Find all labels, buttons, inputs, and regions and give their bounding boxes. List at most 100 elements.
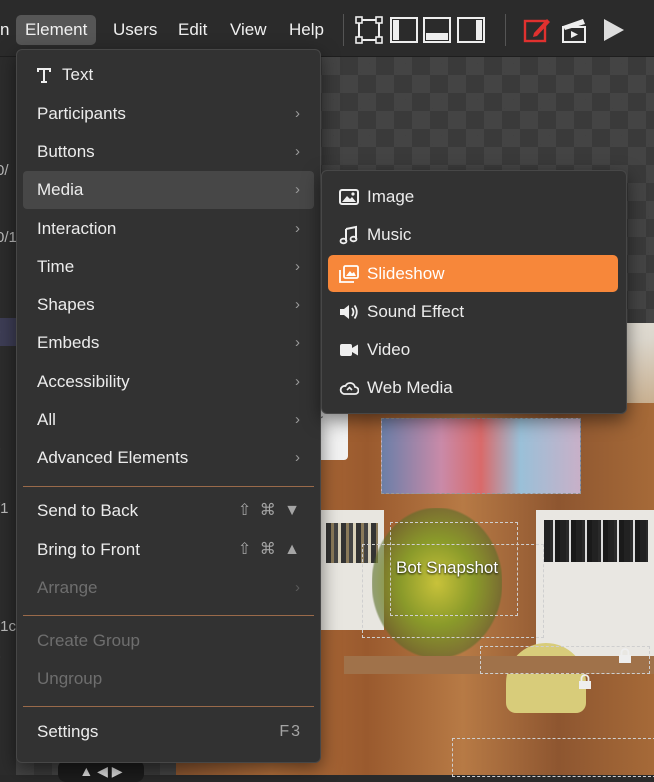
- chevron-right-icon: ›: [295, 579, 300, 596]
- toolbar-separator: [343, 14, 344, 46]
- slideshow-icon: [339, 265, 359, 283]
- submenu-item-video[interactable]: Video: [328, 331, 618, 368]
- menu-separator: [23, 706, 314, 707]
- submenu-item-sound-effect[interactable]: Sound Effect: [328, 293, 618, 330]
- menu-item-participants[interactable]: Participants ›: [23, 95, 314, 133]
- menu-item-label: All: [37, 410, 56, 429]
- element-menu: Text Participants › Buttons › Media › In…: [16, 49, 321, 763]
- menu-element[interactable]: Element: [16, 15, 97, 45]
- menu-item-interaction[interactable]: Interaction ›: [23, 210, 314, 248]
- menu-item-label: Bring to Front: [37, 540, 140, 559]
- menu-item-all[interactable]: All ›: [23, 401, 314, 439]
- edit-note-icon[interactable]: [522, 15, 552, 45]
- chevron-right-icon: ›: [295, 334, 300, 351]
- menu-separator: [23, 615, 314, 616]
- submenu-item-image[interactable]: Image: [328, 178, 618, 215]
- menu-item-shapes[interactable]: Shapes ›: [23, 286, 314, 324]
- chevron-right-icon: ›: [295, 411, 300, 428]
- menu-item-buttons[interactable]: Buttons ›: [23, 133, 314, 171]
- menu-item-label: Advanced Elements: [37, 448, 189, 467]
- menu-help[interactable]: Help: [280, 15, 333, 45]
- menu-item-settings[interactable]: Settings F3: [23, 713, 314, 751]
- left-panel-strip: 0/ 0/1 ) ) /1 /1c ): [0, 57, 17, 775]
- submenu-item-label: Web Media: [367, 378, 453, 397]
- chevron-right-icon: ›: [295, 105, 300, 122]
- menu-separator: [23, 486, 314, 487]
- left-strip-text: ): [0, 648, 1, 665]
- music-note-icon: [339, 225, 358, 245]
- menu-item-label: Send to Back: [37, 501, 139, 520]
- menu-users[interactable]: Users: [104, 15, 166, 45]
- layout-left-panel-icon[interactable]: [389, 15, 419, 45]
- menu-view[interactable]: View: [221, 15, 276, 45]
- left-strip-text: 0/1: [0, 229, 17, 246]
- submenu-item-label: Music: [367, 225, 412, 244]
- menu-item-embeds[interactable]: Embeds ›: [23, 324, 314, 362]
- menu-item-label: Time: [37, 257, 75, 276]
- bot-snapshot-label[interactable]: Bot Snapshot: [396, 558, 498, 578]
- photo-painting[interactable]: [381, 418, 581, 494]
- menu-item-label: Shapes: [37, 295, 95, 314]
- clapperboard-icon[interactable]: [559, 15, 589, 45]
- menu-item-bring-to-front[interactable]: Bring to Front ⇧ ⌘ ▲: [23, 531, 314, 569]
- layout-right-panel-icon[interactable]: [456, 15, 486, 45]
- lock-icon[interactable]: [618, 648, 632, 664]
- chevron-right-icon: ›: [295, 143, 300, 160]
- video-camera-icon: [340, 344, 358, 356]
- menu-item-label: Settings: [37, 722, 99, 741]
- left-strip-text: ): [0, 323, 1, 340]
- menu-item-label: Interaction: [37, 219, 117, 238]
- chevron-right-icon: ›: [295, 220, 300, 237]
- menu-item-label: Create Group: [37, 631, 140, 650]
- menu-item-label: Arrange: [37, 578, 98, 597]
- toolbar-separator: [505, 14, 506, 46]
- layout-bottom-panel-icon[interactable]: [422, 15, 452, 45]
- submenu-item-label: Slideshow: [367, 264, 445, 283]
- menu-item-label: Text: [62, 65, 94, 84]
- menu-item-advanced-elements[interactable]: Advanced Elements ›: [23, 439, 314, 477]
- speaker-icon: [340, 304, 358, 320]
- menu-item-label: Embeds: [37, 333, 100, 352]
- submenu-item-label: Video: [367, 340, 411, 359]
- submenu-item-slideshow[interactable]: Slideshow: [328, 255, 618, 292]
- media-submenu: Image Music Slideshow Sound Effect Video…: [321, 170, 627, 414]
- shortcut-hint: F3: [279, 723, 302, 740]
- submenu-item-web-media[interactable]: Web Media: [328, 369, 618, 406]
- selection-frame-icon[interactable]: [354, 15, 384, 45]
- menu-item-ungroup: Ungroup: [23, 660, 314, 698]
- menu-item-accessibility[interactable]: Accessibility ›: [23, 363, 314, 401]
- menu-item-create-group: Create Group: [23, 622, 314, 660]
- menu-item-label: Participants: [37, 104, 126, 123]
- selection-box[interactable]: [452, 738, 654, 777]
- left-panel-highlight: [0, 318, 16, 346]
- lock-icon[interactable]: [578, 674, 592, 690]
- media-control-icon[interactable]: ▲ ◀︎ ▶: [79, 763, 122, 779]
- cloud-icon: [339, 382, 359, 395]
- play-icon[interactable]: [598, 15, 628, 45]
- menu-item-label: Ungroup: [37, 669, 103, 688]
- submenu-item-music[interactable]: Music: [328, 216, 618, 253]
- chevron-right-icon: ›: [295, 373, 300, 390]
- menu-item-text[interactable]: Text: [23, 56, 314, 94]
- left-strip-text: ): [0, 440, 1, 457]
- image-icon: [339, 189, 359, 205]
- submenu-item-label: Sound Effect: [367, 302, 465, 321]
- left-strip-text: 0/: [0, 162, 9, 179]
- menu-item-arrange: Arrange ›: [23, 569, 314, 607]
- text-icon: [37, 68, 51, 83]
- menu-item-label: Buttons: [37, 142, 95, 161]
- left-strip-text: /1c: [0, 618, 17, 635]
- photo-books: [544, 520, 648, 562]
- chevron-right-icon: ›: [295, 296, 300, 313]
- submenu-item-label: Image: [367, 187, 415, 206]
- menu-item-time[interactable]: Time ›: [23, 248, 314, 286]
- chevron-right-icon: ›: [295, 181, 300, 198]
- playback-controls[interactable]: ▲ ◀︎ ▶: [58, 760, 144, 782]
- left-strip-text: /1: [0, 500, 9, 517]
- menu-edit[interactable]: Edit: [169, 15, 216, 45]
- menu-item-label: Media: [37, 180, 84, 199]
- menu-item-send-to-back[interactable]: Send to Back ⇧ ⌘ ▼: [23, 492, 314, 530]
- shortcut-hint: ⇧ ⌘ ▲: [237, 541, 302, 558]
- chevron-right-icon: ›: [295, 258, 300, 275]
- menu-item-media[interactable]: Media ›: [23, 171, 314, 209]
